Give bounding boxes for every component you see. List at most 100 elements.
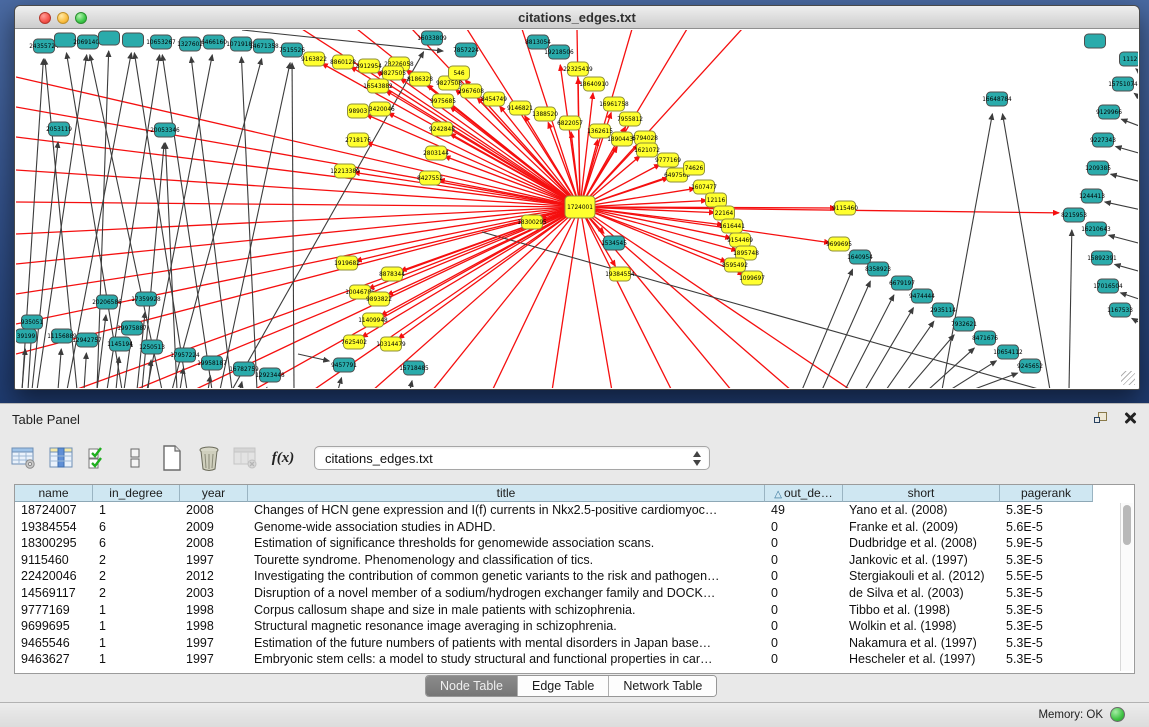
graph-node[interactable]: 1145194: [107, 337, 133, 351]
graph-node[interactable]: 9146821: [507, 101, 533, 115]
table-row[interactable]: 911546021997Tourette syndrome. Phenomeno…: [15, 552, 1120, 569]
graph-node[interactable]: 19384554: [605, 267, 635, 281]
graph-node[interactable]: 1388520: [532, 107, 558, 121]
close-panel-icon[interactable]: [1123, 411, 1137, 425]
graph-node[interactable]: 1112: [1120, 52, 1139, 66]
graph-node[interactable]: 1244413: [1079, 189, 1105, 203]
graph-node[interactable]: 1607477: [691, 180, 717, 194]
table-row[interactable]: 1938455462009Genome-wide association stu…: [15, 519, 1120, 536]
graph-node[interactable]: 16210643: [1081, 222, 1111, 236]
graph-node[interactable]: 15718485: [399, 361, 429, 375]
network-canvas[interactable]: 2435572420691406106532671327602646616010…: [16, 30, 1138, 388]
graph-node[interactable]: 20206586: [92, 295, 122, 309]
graph-node[interactable]: 9827505: [380, 66, 406, 80]
table-row[interactable]: 1872400712008Changes of HCN gene express…: [15, 502, 1120, 519]
graph-node[interactable]: 1362615: [587, 124, 613, 138]
graph-node[interactable]: 19218506: [544, 45, 574, 59]
graph-node[interactable]: 1099697: [739, 271, 765, 285]
graph-node[interactable]: 12213389: [330, 164, 360, 178]
graph-node[interactable]: 9457791: [331, 358, 357, 372]
show-columns-button[interactable]: [47, 444, 75, 472]
column-header-year[interactable]: year: [180, 485, 248, 502]
graph-node[interactable]: 9115460: [832, 201, 858, 215]
graph-node[interactable]: 9699695: [826, 237, 852, 251]
graph-node[interactable]: [99, 31, 120, 45]
table-row[interactable]: 977716911998Corpus callosum shape and si…: [15, 602, 1120, 619]
table-mode-button[interactable]: [121, 444, 149, 472]
graph-node[interactable]: 22164: [714, 206, 735, 220]
column-header-pagerank[interactable]: pagerank: [1000, 485, 1093, 502]
graph-node[interactable]: 12923448: [255, 368, 285, 382]
tab-edge-table[interactable]: Edge Table: [518, 676, 609, 696]
graph-node[interactable]: 6822057: [557, 116, 583, 130]
column-header-title[interactable]: title: [248, 485, 765, 502]
graph-node[interactable]: 8215953: [1061, 208, 1087, 222]
graph-node[interactable]: 15892391: [1087, 251, 1117, 265]
graph-node[interactable]: 18640910: [579, 77, 609, 91]
column-header-in_degree[interactable]: in_degree: [93, 485, 180, 502]
graph-node[interactable]: 1724001: [565, 196, 595, 218]
table-options-button[interactable]: [10, 444, 38, 472]
graph-node[interactable]: 8186328: [407, 72, 433, 86]
graph-node[interactable]: 7857224: [453, 43, 479, 57]
graph-node[interactable]: 2967608: [458, 84, 484, 98]
graph-node[interactable]: 7625402: [341, 335, 367, 349]
graph-node[interactable]: 8813054: [525, 35, 551, 49]
delete-column-button[interactable]: [195, 444, 223, 472]
graph-node[interactable]: 15751074: [1108, 77, 1138, 91]
graph-node[interactable]: 19975887: [117, 321, 147, 335]
graph-node[interactable]: 17016504: [1093, 279, 1123, 293]
scrollbar-thumb[interactable]: [1123, 505, 1131, 545]
graph-node[interactable]: 9777169: [655, 153, 681, 167]
memory-indicator-icon[interactable]: [1110, 707, 1125, 722]
table-selector-dropdown[interactable]: citations_edges.txt: [314, 446, 710, 470]
graph-node[interactable]: 98903: [348, 104, 369, 118]
select-apply-button[interactable]: [84, 444, 112, 472]
graph-node[interactable]: 12116: [706, 193, 727, 207]
graph-node[interactable]: 1621072: [634, 143, 660, 157]
table-row[interactable]: 969969511998Structural magnetic resonanc…: [15, 618, 1120, 635]
graph-node[interactable]: 7955812: [617, 112, 643, 126]
network-window-titlebar[interactable]: citations_edges.txt: [15, 6, 1139, 29]
graph-node[interactable]: 9474444: [909, 289, 935, 303]
function-builder-button[interactable]: f(x): [269, 444, 297, 472]
tab-network-table[interactable]: Network Table: [609, 676, 716, 696]
graph-node[interactable]: 1327602: [177, 37, 203, 51]
graph-node[interactable]: 11409948: [358, 313, 388, 327]
graph-node[interactable]: 8912954: [356, 59, 382, 73]
graph-node[interactable]: 12942757: [72, 333, 102, 347]
table-row[interactable]: 946554611997Estimation of the future num…: [15, 635, 1120, 652]
graph-node[interactable]: 20053346: [150, 123, 180, 137]
graph-node[interactable]: 10653267: [146, 35, 176, 49]
graph-node[interactable]: 9129966: [1096, 105, 1122, 119]
graph-node[interactable]: 1534545: [601, 236, 627, 250]
graph-node[interactable]: 9245652: [1017, 359, 1043, 373]
tab-node-table[interactable]: Node Table: [426, 676, 518, 696]
graph-node[interactable]: 74626: [684, 161, 705, 175]
column-header-out_de[interactable]: △out_de…: [765, 485, 843, 502]
graph-node[interactable]: 546: [449, 66, 470, 80]
graph-node[interactable]: 2718176: [345, 133, 371, 147]
graph-node[interactable]: 22325419: [563, 62, 593, 76]
graph-node[interactable]: 18300295: [517, 215, 547, 229]
resize-grip[interactable]: [1121, 371, 1135, 385]
graph-node[interactable]: 9242848: [429, 122, 455, 136]
graph-node[interactable]: 17359928: [131, 292, 161, 306]
column-header-name[interactable]: name: [15, 485, 93, 502]
table-row[interactable]: 1456911722003Disruption of a novel membe…: [15, 585, 1120, 602]
graph-node[interactable]: 9975685: [430, 94, 456, 108]
delete-table-button[interactable]: [232, 444, 260, 472]
graph-node[interactable]: 9163822: [301, 52, 327, 66]
graph-node[interactable]: 2803144: [423, 146, 449, 160]
graph-node[interactable]: 1616441: [719, 219, 745, 233]
graph-node[interactable]: [1085, 34, 1106, 48]
graph-node[interactable]: [123, 33, 144, 47]
graph-node[interactable]: 8471676: [972, 331, 998, 345]
graph-node[interactable]: 23420046: [365, 102, 395, 116]
graph-node[interactable]: 935051: [21, 315, 43, 329]
create-column-button[interactable]: [158, 444, 186, 472]
graph-node[interactable]: 16648784: [982, 92, 1012, 106]
graph-node[interactable]: 1250513: [139, 340, 165, 354]
table-row[interactable]: 2242004622012Investigating the contribut…: [15, 568, 1120, 585]
table-row[interactable]: 1830029562008Estimation of significance …: [15, 535, 1120, 552]
